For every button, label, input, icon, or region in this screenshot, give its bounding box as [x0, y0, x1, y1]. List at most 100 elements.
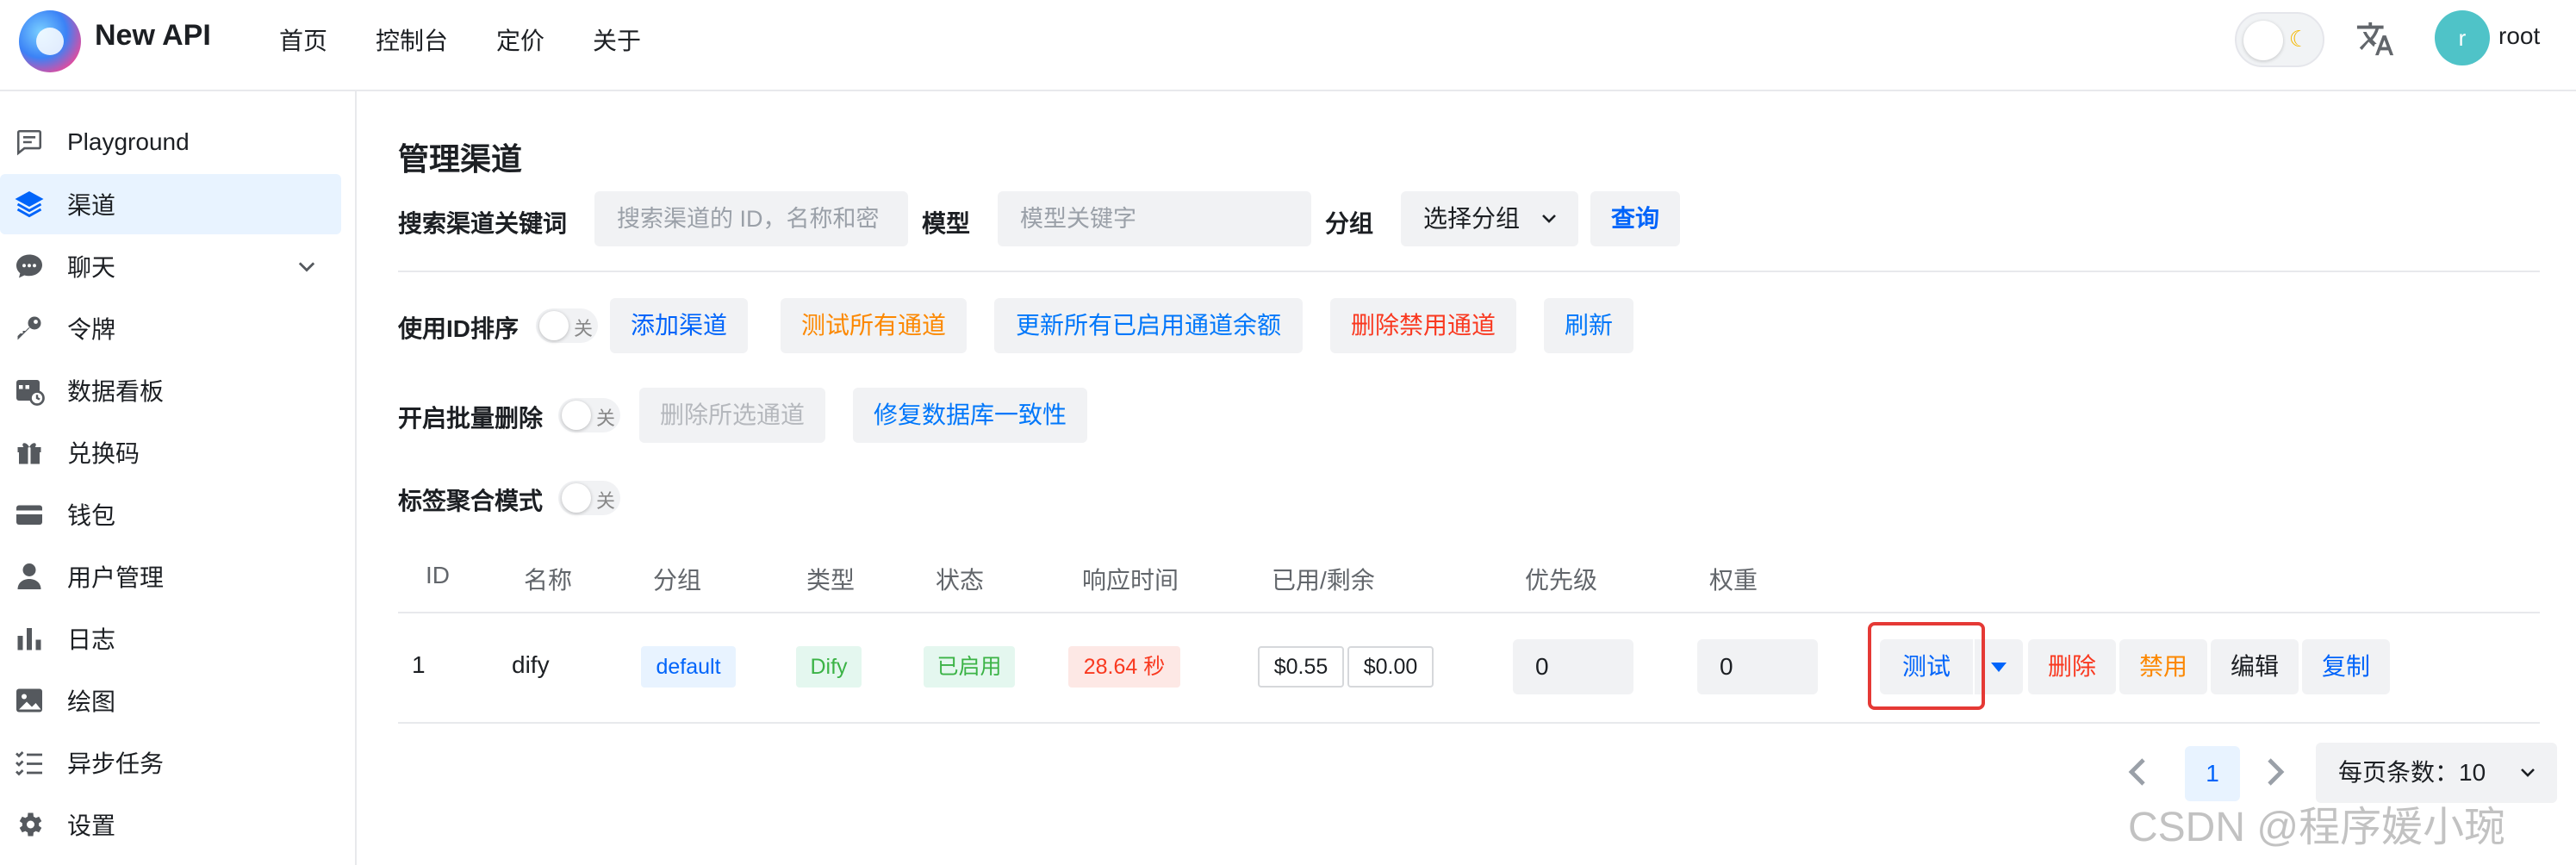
calendar-chart-icon — [12, 373, 47, 408]
theme-toggle[interactable]: ☾ — [2235, 12, 2324, 67]
image-icon — [12, 683, 47, 718]
switch-knob — [562, 483, 591, 513]
sidebar-item-playground[interactable]: Playground — [0, 112, 341, 172]
sidebar-item-label: 设置 — [67, 812, 116, 839]
caret-down-icon — [1991, 663, 2007, 672]
sidebar-item-settings[interactable]: 设置 — [0, 794, 341, 855]
col-header-type[interactable]: 类型 — [806, 562, 855, 596]
weight-input[interactable]: 0 — [1697, 639, 1818, 694]
group-label: 分组 — [1325, 210, 1374, 237]
nav-about[interactable]: 关于 — [593, 22, 641, 57]
sidebar-item-dashboard[interactable]: 数据看板 — [0, 360, 341, 420]
sidebar: Playground 渠道 聊天 令牌 数据看板 兑换码 钱包 用户管理 日志 … — [0, 91, 357, 865]
delete-button[interactable]: 删除 — [2028, 639, 2116, 694]
chevron-right-icon[interactable] — [2254, 751, 2295, 793]
brand-name[interactable]: New API — [95, 19, 211, 53]
sidebar-item-label: 钱包 — [67, 502, 116, 529]
sidebar-item-label: 数据看板 — [67, 378, 165, 405]
col-header-status[interactable]: 状态 — [936, 562, 984, 596]
switch-off-label: 关 — [595, 490, 615, 512]
sort-by-id-switch[interactable]: 关 — [536, 308, 598, 343]
type-tag: Dify — [796, 646, 862, 688]
avatar[interactable]: r — [2435, 10, 2490, 65]
gift-icon — [12, 435, 47, 470]
disable-button[interactable]: 禁用 — [2119, 639, 2207, 694]
col-header-id[interactable]: ID — [426, 562, 450, 589]
keyword-search-input[interactable]: 搜索渠道的 ID，名称和密 — [594, 191, 908, 246]
layers-icon — [12, 187, 47, 221]
sidebar-item-drawing[interactable]: 绘图 — [0, 670, 341, 731]
table-header-divider — [398, 612, 2540, 613]
main-content: 管理渠道 搜索渠道关键词 搜索渠道的 ID，名称和密 模型 模型关键字 分组 选… — [358, 91, 2576, 865]
sidebar-item-label: 兑换码 — [67, 440, 140, 467]
edit-button[interactable]: 编辑 — [2211, 639, 2299, 694]
test-all-button[interactable]: 测试所有通道 — [781, 298, 967, 353]
page-size-value: 每页条数：10 — [2338, 759, 2486, 786]
checklist-icon — [12, 745, 47, 780]
chevron-down-icon — [2521, 769, 2535, 777]
gear-icon — [12, 807, 47, 842]
top-nav: 首页 控制台 定价 关于 — [279, 22, 689, 57]
update-balance-button[interactable]: 更新所有已启用通道余额 — [994, 298, 1303, 353]
sidebar-item-label: 聊天 — [67, 254, 116, 281]
bar-chart-icon — [12, 621, 47, 656]
key-icon — [12, 311, 47, 345]
model-search-input[interactable]: 模型关键字 — [998, 191, 1311, 246]
sidebar-item-logs[interactable]: 日志 — [0, 608, 341, 669]
keyword-label: 搜索渠道关键词 — [398, 210, 568, 237]
delete-disabled-button[interactable]: 删除禁用通道 — [1330, 298, 1516, 353]
nav-home[interactable]: 首页 — [279, 22, 327, 57]
user-icon — [12, 559, 47, 594]
sidebar-item-chat[interactable]: 聊天 — [0, 236, 341, 296]
switch-off-label: 关 — [573, 318, 593, 339]
col-header-name[interactable]: 名称 — [524, 562, 572, 596]
add-channel-button[interactable]: 添加渠道 — [610, 298, 748, 353]
cell-id: 1 — [412, 651, 426, 678]
nav-pricing[interactable]: 定价 — [496, 22, 544, 57]
col-header-balance[interactable]: 已用/剩余 — [1272, 562, 1375, 596]
col-header-priority[interactable]: 优先级 — [1525, 562, 1597, 596]
sidebar-item-tokens[interactable]: 令牌 — [0, 298, 341, 358]
model-label: 模型 — [922, 210, 971, 237]
batch-delete-switch[interactable]: 关 — [558, 398, 620, 432]
sidebar-item-channels[interactable]: 渠道 — [0, 174, 341, 234]
remaining-amount[interactable]: $0.00 — [1347, 646, 1434, 688]
sidebar-item-label: Playground — [67, 128, 190, 155]
query-button[interactable]: 查询 — [1590, 191, 1680, 246]
chevron-left-icon[interactable] — [2118, 751, 2159, 793]
sidebar-item-label: 令牌 — [67, 316, 116, 343]
tag-mode-label: 标签聚合模式 — [398, 488, 544, 514]
page-title: 管理渠道 — [398, 141, 523, 177]
switch-off-label: 关 — [595, 408, 615, 429]
sidebar-item-users[interactable]: 用户管理 — [0, 546, 341, 607]
priority-input[interactable]: 0 — [1513, 639, 1633, 694]
chevron-down-icon[interactable] — [295, 255, 319, 279]
fix-db-button[interactable]: 修复数据库一致性 — [853, 388, 1087, 443]
chat-box-icon — [12, 125, 47, 159]
col-header-weight[interactable]: 权重 — [1709, 562, 1758, 596]
group-select[interactable]: 选择分组 — [1401, 191, 1578, 246]
switch-knob — [562, 401, 591, 430]
tag-mode-switch[interactable]: 关 — [558, 481, 620, 515]
nav-console[interactable]: 控制台 — [376, 22, 448, 57]
col-header-response-time[interactable]: 响应时间 — [1082, 562, 1179, 596]
sidebar-item-label: 用户管理 — [67, 564, 165, 591]
col-header-group[interactable]: 分组 — [653, 562, 701, 596]
status-badge: 已启用 — [924, 646, 1015, 688]
app-logo[interactable] — [19, 10, 81, 72]
switch-knob — [539, 311, 569, 340]
used-amount[interactable]: $0.55 — [1258, 646, 1344, 688]
sidebar-item-label: 渠道 — [67, 192, 116, 219]
refresh-button[interactable]: 刷新 — [1544, 298, 1633, 353]
sidebar-item-redeem[interactable]: 兑换码 — [0, 422, 341, 482]
delete-selected-button[interactable]: 删除所选通道 — [639, 388, 825, 443]
table-row-divider — [398, 722, 2540, 724]
translate-icon[interactable] — [2355, 19, 2395, 59]
username[interactable]: root — [2498, 22, 2540, 50]
chevron-down-icon — [1542, 215, 1556, 223]
sort-by-id-label: 使用ID排序 — [398, 315, 520, 342]
copy-button[interactable]: 复制 — [2302, 639, 2390, 694]
group-tag: default — [641, 646, 736, 688]
sidebar-item-async-tasks[interactable]: 异步任务 — [0, 732, 341, 793]
sidebar-item-wallet[interactable]: 钱包 — [0, 484, 341, 545]
